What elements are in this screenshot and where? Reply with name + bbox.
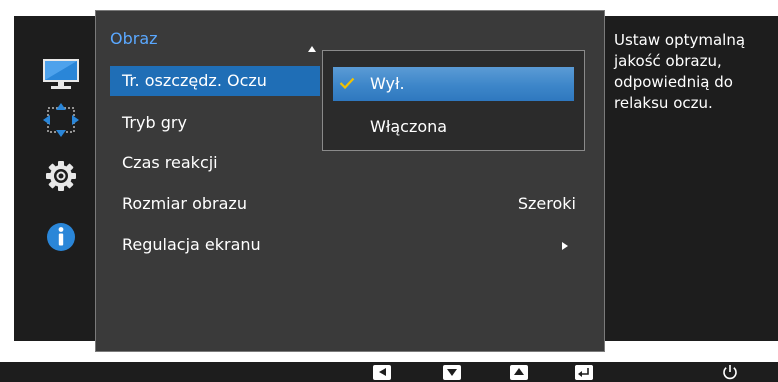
checkmark-icon <box>339 77 355 89</box>
up-arrow-icon[interactable] <box>510 365 528 380</box>
option-on[interactable]: Włączona <box>333 110 574 144</box>
scroll-up-icon <box>308 46 316 52</box>
menu-item-image-size[interactable]: Rozmiar obrazu Szeroki <box>110 189 590 219</box>
info-icon[interactable] <box>40 219 82 255</box>
eye-saver-dropdown: Wył. Włączona <box>322 50 585 151</box>
menu-item-label: Rozmiar obrazu <box>122 194 247 213</box>
menu-item-label: Tryb gry <box>122 113 187 132</box>
left-arrow-icon[interactable] <box>373 365 391 380</box>
menu-item-eye-saver[interactable]: Tr. oszczędz. Oczu <box>110 66 320 96</box>
menu-item-value: Szeroki <box>517 194 576 213</box>
option-label: Wył. <box>370 74 405 93</box>
screen-adjust-arrows-icon[interactable] <box>40 102 82 138</box>
submenu-arrow-icon <box>562 242 568 250</box>
menu-item-label: Tr. oszczędz. Oczu <box>122 71 267 90</box>
monitor-osd: Obraz Tr. oszczędz. Oczu Tryb gry Czas r… <box>0 0 778 382</box>
option-off[interactable]: Wył. <box>333 67 574 101</box>
menu-item-screen-adjustment[interactable]: Regulacja ekranu <box>110 230 590 260</box>
down-arrow-icon[interactable] <box>443 365 461 380</box>
category-sidebar <box>14 16 95 341</box>
menu-item-label: Czas reakcji <box>122 153 218 172</box>
power-icon[interactable] <box>721 363 739 381</box>
menu-item-label: Regulacja ekranu <box>122 235 261 254</box>
enter-icon[interactable] <box>575 365 593 380</box>
monitor-picture-icon[interactable] <box>40 56 82 92</box>
help-panel: Ustaw optymalną jakość obrazu, odpowiedn… <box>605 16 778 341</box>
menu-item-response-time[interactable]: Czas reakcji <box>110 148 590 178</box>
key-guide-bar <box>0 362 778 382</box>
menu-title: Obraz <box>110 29 158 48</box>
option-label: Włączona <box>370 117 448 136</box>
gear-icon[interactable] <box>40 158 82 194</box>
help-text: Ustaw optymalną jakość obrazu, odpowiedn… <box>614 31 746 112</box>
